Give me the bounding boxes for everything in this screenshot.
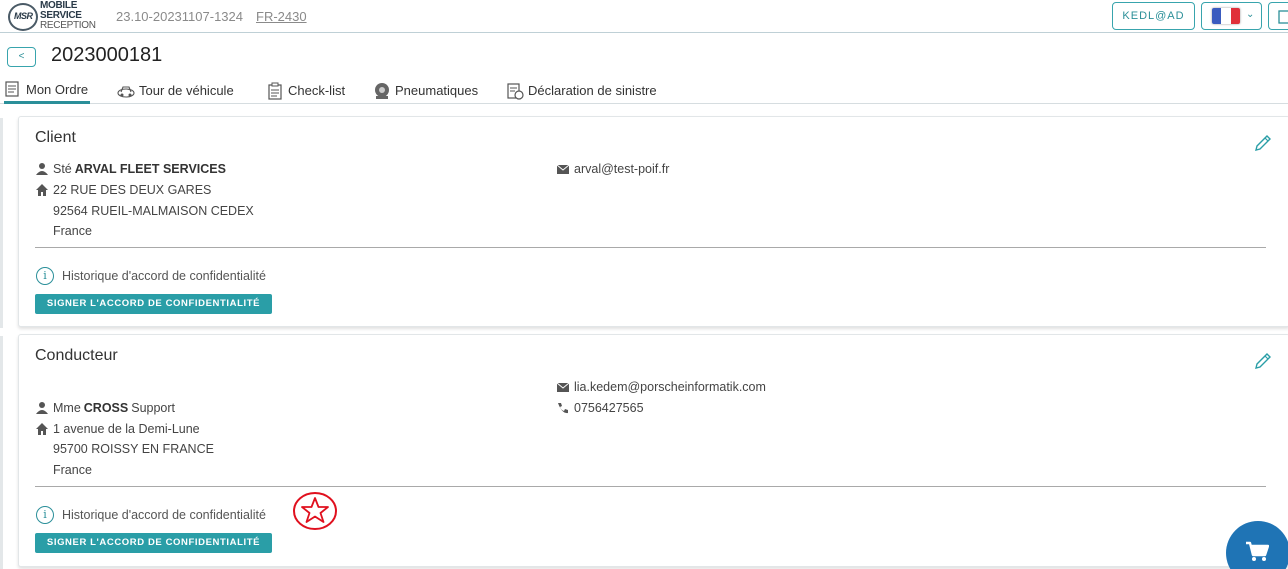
info-icon: i [36,267,54,285]
driver-card: Conducteur lia.kedem@porscheinformatik.c… [18,334,1288,567]
tab-tour-de-vehicule[interactable]: Tour de véhicule [117,77,234,104]
driver-sign-agreement-button[interactable]: SIGNER L'ACCORD DE CONFIDENTIALITÉ [35,533,272,553]
fr-link[interactable]: FR-2430 [256,9,307,24]
driver-email[interactable]: lia.kedem@porscheinformatik.com [574,380,766,394]
driver-address-field: 1 avenue de la Demi-Lune [35,422,200,436]
client-name-field: Sté ARVAL FLEET SERVICES [35,162,229,176]
driver-phone-field: 0756427565 [556,401,644,415]
client-history-label: Historique d'accord de confidentialité [62,269,266,283]
client-email-field: arval@test-poif.fr [556,162,669,176]
client-prefix: Sté [53,162,72,176]
tab-label: Déclaration de sinistre [528,83,657,98]
logo-text: MOBILE SERVICE RECEPTION [40,1,96,31]
driver-last-name: CROSS [83,401,129,415]
left-edge-bar [0,118,3,328]
chevron-down-icon: ⌄ [1246,9,1255,20]
order-number: 2023000181 [51,44,163,66]
logo-badge: MSR [14,11,33,21]
client-email[interactable]: arval@test-poif.fr [574,162,669,176]
driver-phone[interactable]: 0756427565 [574,401,644,415]
client-name: ARVAL FLEET SERVICES [74,162,226,176]
tab-label: Tour de véhicule [139,83,234,98]
client-history-link[interactable]: i Historique d'accord de confidentialité [36,267,266,285]
home-icon [35,183,49,197]
claim-document-icon [506,82,524,100]
driver-first-name: Support [131,401,176,415]
order-document-icon [4,80,22,98]
driver-name-field: Mme CROSS Support [35,401,175,415]
home-icon [35,422,49,436]
tab-mon-ordre[interactable]: Mon Ordre [4,77,90,104]
french-flag-icon [1212,8,1240,24]
edit-pencil-icon[interactable] [1253,133,1273,153]
driver-card-title: Conducteur [35,347,118,364]
logo-line-3: RECEPTION [40,20,96,31]
user-button[interactable]: KEDL@AD [1112,2,1195,30]
back-button[interactable]: < [7,47,36,67]
client-address-line1: 22 RUE DES DEUX GARES [53,183,212,197]
envelope-icon [556,162,570,176]
info-icon: i [36,506,54,524]
edit-pencil-icon[interactable] [1253,351,1273,371]
left-edge-bar [0,336,3,569]
app-version: 23.10-20231107-1324 [116,9,243,24]
tab-label: Mon Ordre [26,81,89,97]
tab-declaration-de-sinistre[interactable]: Déclaration de sinistre [506,77,657,104]
driver-prefix: Mme [53,401,81,415]
driver-history-label: Historique d'accord de confidentialité [62,508,266,522]
app-logo[interactable]: MSR MOBILE SERVICE RECEPTION [4,1,104,31]
star-marker-icon [292,491,338,531]
tire-icon [373,82,391,100]
top-bar: MSR MOBILE SERVICE RECEPTION 23.10-20231… [0,0,1288,33]
client-country: France [53,224,92,238]
vehicle-icon [117,82,135,100]
clipboard-icon [266,82,284,100]
person-icon [35,162,49,176]
divider [35,247,1266,248]
phone-icon [556,401,570,415]
envelope-icon [556,380,570,394]
tab-pneumatiques[interactable]: Pneumatiques [373,77,478,104]
cart-icon [1246,541,1269,561]
language-selector[interactable]: ⌄ [1201,2,1262,30]
tab-bar: Mon Ordre Tour de véhicule Check-list Pn… [0,77,1288,104]
driver-history-link[interactable]: i Historique d'accord de confidentialité [36,506,266,524]
client-card-title: Client [35,129,76,146]
driver-country: France [53,463,92,477]
tab-label: Pneumatiques [395,83,479,98]
client-address-line2: 92564 RUEIL-MALMAISON CEDEX [53,204,254,218]
client-sign-agreement-button[interactable]: SIGNER L'ACCORD DE CONFIDENTIALITÉ [35,294,272,314]
export-button[interactable] [1268,2,1288,30]
tab-label: Check-list [288,83,346,98]
driver-email-field: lia.kedem@porscheinformatik.com [556,380,766,394]
client-card: Client Sté ARVAL FLEET SERVICES 22 RUE D… [18,116,1288,327]
tab-check-list[interactable]: Check-list [266,77,345,104]
driver-address-line1: 1 avenue de la Demi-Lune [53,422,200,436]
client-address-field: 22 RUE DES DEUX GARES [35,183,211,197]
divider [35,486,1266,487]
document-icon [1278,10,1288,24]
person-icon [35,401,49,415]
driver-address-line2: 95700 ROISSY EN FRANCE [53,442,214,456]
